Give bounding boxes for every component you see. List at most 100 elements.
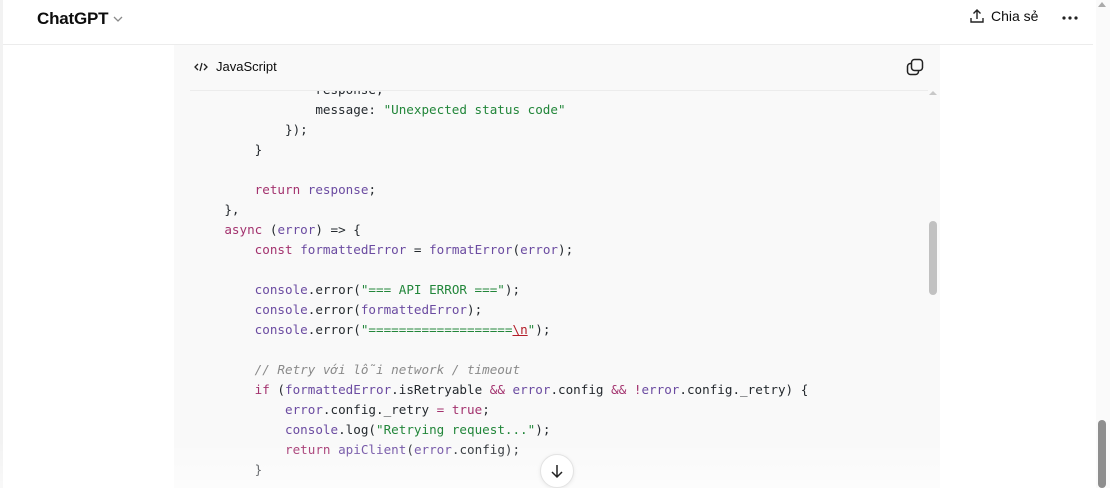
share-icon [970, 9, 984, 23]
page-scroll-up-icon[interactable] [1098, 2, 1106, 7]
code-token: ) => { [315, 222, 361, 237]
code-token: ( [406, 442, 414, 457]
code-line: console.error(formattedError); [194, 300, 808, 320]
code-token: error [641, 382, 680, 397]
code-token: } [194, 142, 263, 157]
code-token: formatError [429, 242, 513, 257]
code-lines: response, message: "Unexpected status co… [194, 91, 808, 480]
code-token: const [254, 242, 293, 257]
scroll-to-bottom-button[interactable] [540, 454, 574, 488]
code-token: message: [194, 102, 384, 117]
code-token: return [285, 442, 331, 457]
code-token: console [254, 322, 308, 337]
code-token: .error( [307, 322, 361, 337]
code-token: }, [194, 202, 240, 217]
code-block-header: JavaScript [174, 45, 940, 90]
arrow-down-icon [551, 465, 563, 479]
code-token: }); [194, 122, 308, 137]
code-token: "Unexpected status code" [383, 102, 566, 117]
code-line: return apiClient(error.config); [194, 440, 808, 460]
code-token: console [254, 282, 308, 297]
code-token: ); [466, 302, 483, 317]
more-horizontal-icon [1062, 16, 1078, 20]
code-token: console [254, 302, 308, 317]
code-line: }); [194, 120, 808, 140]
code-token: .error( [307, 302, 361, 317]
code-token: && [489, 382, 505, 397]
code-token: error [285, 402, 323, 417]
code-token: .isRetryable [391, 382, 490, 397]
code-token: && [611, 382, 627, 397]
code-token: ; [482, 402, 490, 417]
code-token: } [194, 462, 263, 477]
code-token: .config._retry) { [679, 382, 809, 397]
share-label: Chia sẻ [991, 8, 1039, 24]
code-line: console.error("===================\n"); [194, 320, 808, 340]
code-scrollbar-thumb[interactable] [929, 221, 937, 295]
code-token: .error( [307, 282, 361, 297]
code-icon [194, 62, 208, 71]
more-options-button[interactable] [1058, 8, 1082, 28]
code-token: "=== API ERROR ===" [360, 282, 505, 297]
code-line: console.error("=== API ERROR ==="); [194, 280, 808, 300]
code-line: response, [194, 91, 808, 100]
app-title: ChatGPT [37, 9, 109, 28]
code-token: ); [535, 322, 551, 337]
code-token: formattedError [360, 302, 467, 317]
code-line: if (formattedError.isRetryable && error.… [194, 380, 809, 400]
code-token: .config); [451, 442, 521, 457]
code-line: }, [194, 200, 808, 220]
code-scrollbar[interactable] [928, 91, 938, 488]
code-token: response [307, 182, 369, 197]
page-scrollbar[interactable] [1096, 0, 1110, 488]
code-token: apiClient [338, 442, 407, 457]
code-token: ( [262, 222, 278, 237]
code-token: error [520, 242, 559, 257]
code-token: async [224, 222, 263, 237]
chevron-down-icon [113, 16, 123, 22]
code-line: } [194, 460, 808, 480]
code-token: if [254, 382, 270, 397]
code-line: // Retry với lỗi network / timeout [194, 360, 808, 380]
code-content: response, message: "Unexpected status co… [174, 91, 940, 488]
code-token: "=================== [360, 322, 513, 337]
code-token: \n [512, 322, 528, 337]
code-token: error [413, 442, 452, 457]
code-line: error.config._retry = true; [194, 400, 808, 420]
share-button[interactable]: Chia sẻ [969, 8, 1038, 24]
code-block: JavaScript response, message: "Unexpecte… [174, 45, 940, 488]
code-token: formattedError [300, 242, 407, 257]
model-selector[interactable]: ChatGPT [37, 9, 124, 29]
code-token: ); [535, 422, 551, 437]
code-token: = [406, 242, 430, 257]
code-line: const formattedError = formatError(error… [194, 240, 808, 260]
code-token: error [512, 382, 551, 397]
code-token: ( [512, 242, 521, 257]
page-scrollbar-thumb[interactable] [1098, 420, 1106, 488]
copy-code-button[interactable] [905, 57, 925, 77]
code-token: true [451, 402, 483, 417]
sidebar-edge [0, 0, 3, 488]
code-line: message: "Unexpected status code" [194, 100, 808, 120]
scroll-up-arrow-icon[interactable] [929, 91, 937, 95]
code-token: // Retry với lỗi network / timeout [254, 362, 521, 377]
code-token: return [254, 182, 301, 197]
code-token: .config._retry [322, 402, 437, 417]
code-token: .log( [338, 422, 376, 437]
code-token: ); [558, 242, 574, 257]
code-language-label: JavaScript [216, 59, 277, 74]
